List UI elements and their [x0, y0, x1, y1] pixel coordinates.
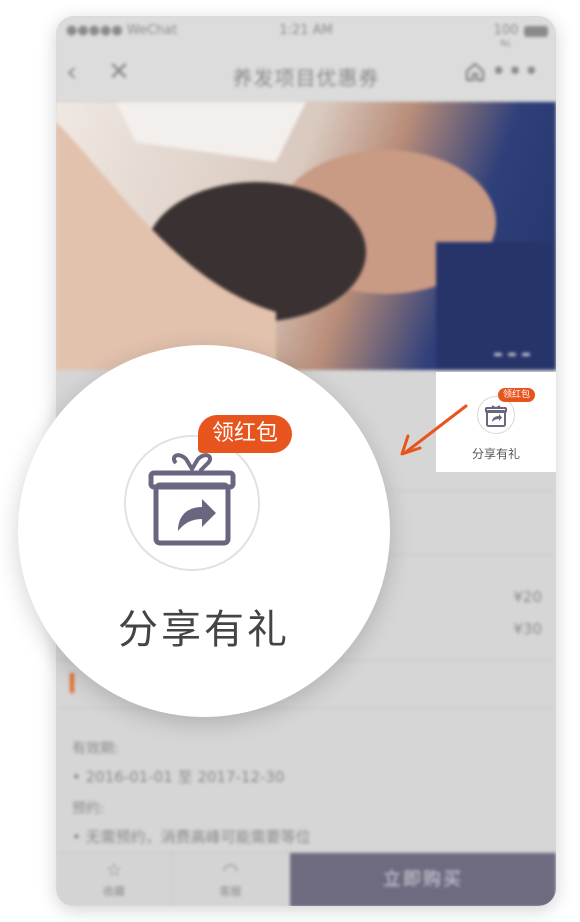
hero-illustration	[56, 102, 556, 370]
booking-label: 预约:	[72, 801, 105, 817]
red-packet-badge-large: 领红包	[198, 415, 293, 453]
share-circle-large	[124, 435, 260, 571]
gift-share-icon	[148, 453, 236, 546]
divider	[56, 708, 556, 709]
customer-service-button[interactable]: ◠ 客服	[172, 853, 288, 906]
battery-icon	[524, 26, 548, 37]
bottom-bar: ☆ 收藏 ◠ 客服 立即购买	[56, 852, 556, 906]
magnified-share-callout: 领红包 分享有礼	[18, 345, 390, 717]
time-text: 1:21 AM	[279, 23, 333, 38]
validity-range: • 2016-01-01 至 2017-12-30	[72, 768, 285, 786]
service-label: 客服	[219, 885, 242, 898]
headset-icon: ◠	[222, 860, 239, 881]
star-icon: ☆	[105, 860, 123, 881]
section-marker	[70, 673, 74, 693]
red-packet-badge: 领红包	[498, 388, 536, 402]
price-1: ¥20	[513, 588, 542, 606]
share-label-large: 分享有礼	[118, 607, 290, 653]
price-2: ¥30	[513, 620, 542, 638]
gift-share-icon	[485, 405, 507, 427]
favorite-label: 收藏	[103, 885, 125, 898]
favorite-button[interactable]: ☆ 收藏	[56, 853, 172, 906]
more-icon[interactable]: •••	[491, 56, 540, 88]
status-bar: ●●●●● WeChat 1:21 AM 100 %	[56, 16, 556, 54]
home-icon[interactable]	[464, 61, 486, 83]
carousel-dots[interactable]	[494, 353, 530, 356]
hero-image-salon	[56, 102, 556, 370]
buy-now-button[interactable]: 立即购买	[290, 853, 556, 906]
pointer-arrow-icon	[400, 404, 468, 456]
booking-text: • 无需预约，消费高峰可能需要等位	[72, 828, 311, 846]
validity-label: 有效期:	[72, 741, 119, 757]
nav-bar: ‹ ✕ 养发项目优惠券 •••	[56, 46, 556, 102]
